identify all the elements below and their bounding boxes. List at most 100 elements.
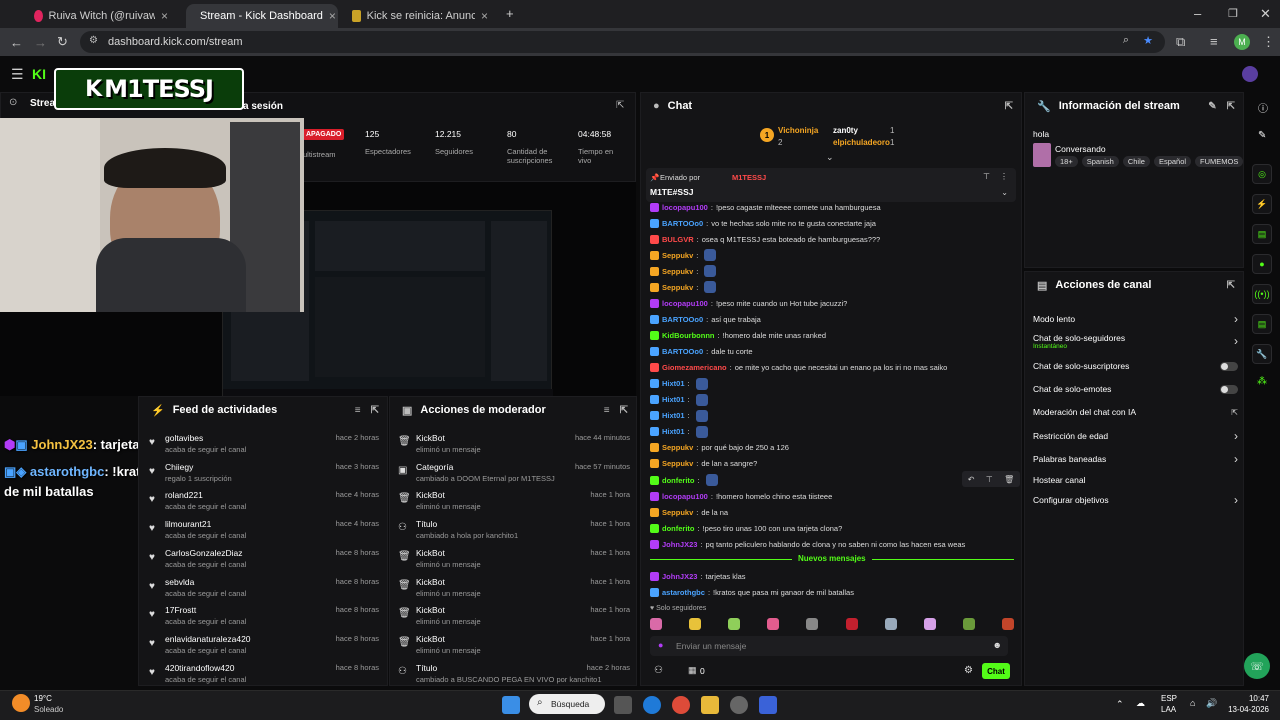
feed-user[interactable]: sebvlda xyxy=(165,577,194,587)
chat-message[interactable]: BULGVR: osea q M1TESSJ esta boteado de ha… xyxy=(650,232,880,246)
chat-message-new[interactable]: JohnJX23: tarjetas klas xyxy=(650,569,746,583)
chat-message[interactable]: locopapu100: !peso mite cuando un Hot tub… xyxy=(650,296,847,310)
clock-time[interactable]: 10:47 xyxy=(1221,694,1269,703)
app-icon[interactable] xyxy=(701,696,719,714)
chat-username[interactable]: Hixt01 xyxy=(662,395,685,404)
chat-username[interactable]: Hixt01 xyxy=(662,379,685,388)
chat-username[interactable]: BARTOOo0 xyxy=(662,347,703,356)
people-icon[interactable]: ⚇ xyxy=(654,665,663,676)
chat-message[interactable]: donferito: xyxy=(650,473,718,487)
channel-action-row[interactable]: Chat de solo-emotes xyxy=(1033,382,1238,396)
stream-tag[interactable]: FUMEMOS xyxy=(1195,156,1244,167)
task-view-icon[interactable] xyxy=(614,696,632,714)
hamburger-menu-icon[interactable]: ☰ xyxy=(11,67,24,81)
chat-username[interactable]: Hixt01 xyxy=(662,427,685,436)
filter-icon[interactable]: ≡ xyxy=(355,405,361,416)
unpin-icon[interactable]: ⊤ xyxy=(983,172,990,181)
chat-username[interactable]: astarothgbc xyxy=(662,588,705,597)
chat-username[interactable]: Seppukv xyxy=(662,283,693,292)
chat-username[interactable]: Seppukv xyxy=(662,267,693,276)
info-icon[interactable]: ⓘ xyxy=(1258,100,1268,115)
chat-message[interactable]: Giomezamericano: oe mite yo cacho que nec… xyxy=(650,361,947,375)
new-tab-icon[interactable]: + xyxy=(506,7,514,21)
kick-logo[interactable]: KI xyxy=(32,66,46,82)
chat-message[interactable]: Seppukv: xyxy=(650,280,717,294)
emote-icon[interactable] xyxy=(650,618,662,630)
bookmark-star-icon[interactable]: ★ xyxy=(1143,34,1153,47)
sidebar-button-target[interactable]: ◎ xyxy=(1252,164,1272,184)
stream-tag[interactable]: 18+ xyxy=(1055,156,1078,167)
chat-username[interactable]: Giomezamericano xyxy=(662,363,727,372)
chat-input[interactable]: ● Enviar un mensaje ☻ xyxy=(650,636,1008,656)
mic-icon[interactable]: ● xyxy=(658,640,663,650)
settings-icon[interactable]: ⚙ xyxy=(964,665,973,676)
chat-message[interactable]: JohnJX23: pq tanto peliculero hablando de… xyxy=(650,537,965,551)
popout-icon[interactable]: ⇱ xyxy=(1227,101,1235,112)
volume-icon[interactable]: 🔊 xyxy=(1206,698,1217,709)
chat-message[interactable]: Hixt01: xyxy=(650,425,708,439)
chat-username[interactable]: BARTOOo0 xyxy=(662,219,703,228)
chat-username[interactable]: locopapu100 xyxy=(662,299,708,308)
chat-username[interactable]: Seppukv xyxy=(662,508,693,517)
chat-message-new[interactable]: astarothgbc: !kratos que pasa mi ganaor d… xyxy=(650,585,854,599)
chat-username[interactable]: KidBourbonnn xyxy=(662,331,715,340)
toggle-switch[interactable] xyxy=(1220,361,1238,371)
channel-action-row[interactable]: Moderación del chat con IA ⇱ xyxy=(1033,405,1238,419)
chat-username[interactable]: Seppukv xyxy=(662,443,693,452)
forward-icon[interactable]: → xyxy=(34,36,47,50)
emote-icon[interactable] xyxy=(1001,618,1014,630)
chat-message[interactable]: Seppukv: de lan a sangre? xyxy=(650,457,757,471)
stream-tag[interactable]: Spanish xyxy=(1081,156,1119,167)
chat-message[interactable]: KidBourbonnn: !homero dale mite unas rank… xyxy=(650,328,826,342)
extensions-icon[interactable]: ⧉ xyxy=(1176,35,1185,49)
chat-username[interactable]: Seppukv xyxy=(662,251,693,260)
emote-icon[interactable] xyxy=(845,618,858,630)
site-info-icon[interactable]: ⚙ xyxy=(89,35,98,46)
feed-user[interactable]: goltavibes xyxy=(165,433,203,443)
chat-username[interactable]: locopapu100 xyxy=(662,492,708,501)
chrome-icon[interactable] xyxy=(672,696,690,714)
network-icon[interactable]: ⌂ xyxy=(1190,698,1195,708)
feed-user[interactable]: roland221 xyxy=(165,490,203,500)
chat-username[interactable]: Hixt01 xyxy=(662,411,685,420)
close-tab-icon[interactable]: × xyxy=(329,9,336,23)
back-icon[interactable]: ← xyxy=(10,36,23,50)
popout-icon[interactable]: ⇱ xyxy=(1227,280,1235,291)
browser-tab[interactable]: Kick se reinicia: Anuncios no in × xyxy=(344,4,496,28)
popout-icon[interactable]: ⇱ xyxy=(371,405,379,416)
restore-icon[interactable]: ❐ xyxy=(1228,7,1238,21)
sidebar-button-chat[interactable]: ● xyxy=(1252,254,1272,274)
settings-app-icon[interactable] xyxy=(730,696,748,714)
edit-icon[interactable]: ✎ xyxy=(1208,101,1216,112)
gift-icon[interactable]: ▦ xyxy=(688,665,697,676)
browser-menu-icon[interactable]: ⋮ xyxy=(1262,35,1275,49)
chat-message[interactable]: Seppukv: xyxy=(650,248,717,262)
chat-username[interactable]: BARTOOo0 xyxy=(662,315,703,324)
stream-tag[interactable]: Español xyxy=(1153,156,1192,167)
chat-message[interactable]: BARTOOo0: dale tu corte xyxy=(650,345,753,359)
emote-icon[interactable] xyxy=(806,618,819,630)
toggle-switch[interactable] xyxy=(1220,384,1238,394)
channel-action-row[interactable]: Modo lento › xyxy=(1033,312,1238,326)
support-chat-button[interactable]: ☏ xyxy=(1244,653,1270,679)
sidebar-button-bolt[interactable]: ⚡ xyxy=(1252,194,1272,214)
emoji-icon[interactable]: ☻ xyxy=(993,640,1002,650)
channel-action-row[interactable]: Palabras baneadas › xyxy=(1033,452,1238,466)
collapse-icon[interactable]: ⌄ xyxy=(1001,188,1008,197)
channel-action-row[interactable]: Restricción de edad › xyxy=(1033,429,1238,443)
chat-message[interactable]: Hixt01: xyxy=(650,393,708,407)
sidebar-button-broadcast[interactable]: ((•)) xyxy=(1252,284,1272,304)
browser-tab-active[interactable]: Stream - Kick Dashboard × xyxy=(186,4,338,28)
reply-icon[interactable]: ↶ xyxy=(968,475,975,484)
chat-message[interactable]: Seppukv: de la na xyxy=(650,505,728,519)
channel-action-row[interactable]: Chat de solo-seguidores Instantáneo › xyxy=(1033,333,1238,350)
chat-message[interactable]: Seppukv: por qué bajo de 250 a 126 xyxy=(650,441,789,455)
emote-icon[interactable] xyxy=(923,618,936,630)
feed-user[interactable]: 17Frostt xyxy=(165,605,196,615)
tray-chevron-icon[interactable]: ⌃ xyxy=(1116,699,1124,710)
sidebar-button-doc[interactable]: ▤ xyxy=(1252,224,1272,244)
start-button-icon[interactable] xyxy=(502,696,520,714)
chat-username[interactable]: donferito xyxy=(662,476,695,485)
expand-leaderboard-icon[interactable]: ⌄ xyxy=(826,152,834,163)
chat-message[interactable]: Hixt01: xyxy=(650,377,708,391)
